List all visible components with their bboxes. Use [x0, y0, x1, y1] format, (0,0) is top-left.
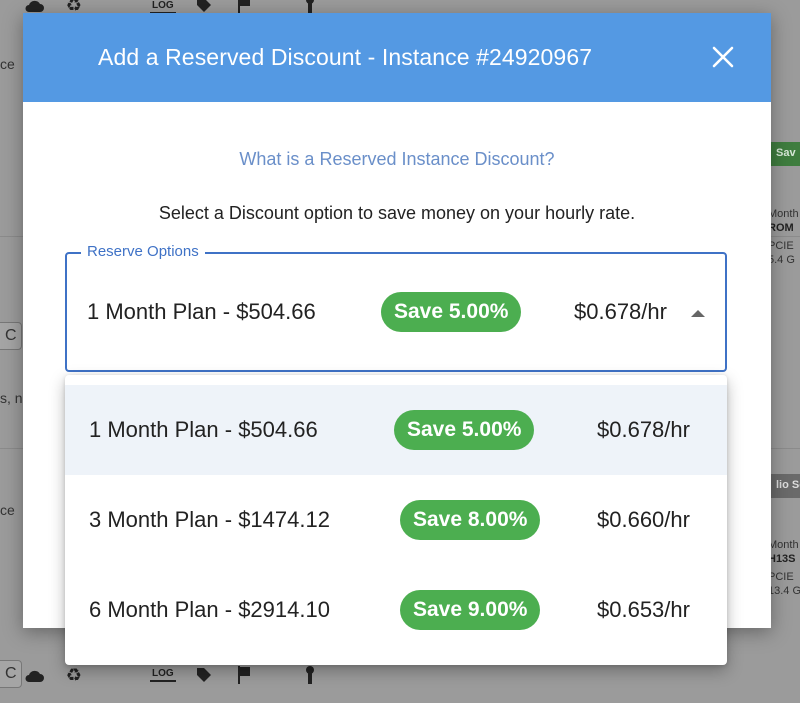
option-rate: $0.678/hr	[597, 417, 690, 442]
reserve-options-select[interactable]: Reserve Options 1 Month Plan - $504.66 S…	[65, 243, 727, 372]
option-1-month[interactable]: 1 Month Plan - $504.66 Save 5.00% $0.678…	[65, 385, 727, 475]
option-rate: $0.653/hr	[597, 597, 690, 622]
option-plan-label: 1 Month Plan - $504.66	[87, 299, 316, 324]
bg-card-right: Month ROM PCIE 5.4 G	[768, 208, 799, 266]
bg-left-text: ce	[0, 502, 15, 518]
log-button[interactable]: LOG	[150, 668, 176, 682]
modal-header: Add a Reserved Discount - Instance #2492…	[23, 13, 771, 102]
save-badge: Save 8.00%	[400, 500, 541, 540]
modal-title: Add a Reserved Discount - Instance #2492…	[98, 44, 593, 70]
cloud-icon[interactable]	[22, 664, 46, 686]
bg-left-button[interactable]: C	[0, 322, 22, 350]
option-3-month[interactable]: 3 Month Plan - $1474.12 Save 8.00% $0.66…	[65, 475, 727, 565]
reserve-options-dropdown: 1 Month Plan - $504.66 Save 5.00% $0.678…	[65, 375, 727, 665]
save-badge: Save 5.00%	[394, 410, 535, 450]
close-button[interactable]	[705, 39, 741, 75]
option-rate: $0.678/hr	[574, 299, 667, 324]
bg-save-chip[interactable]: Sav	[770, 142, 800, 166]
key-icon[interactable]	[298, 664, 322, 686]
tag-icon[interactable]	[192, 664, 216, 686]
bg-grey-chip[interactable]: lio Se	[770, 474, 800, 498]
bg-left-button[interactable]: C	[0, 660, 22, 688]
save-badge: Save 5.00%	[381, 292, 522, 332]
bg-left-text: s, n	[0, 390, 22, 406]
reserved-discount-info-link[interactable]: What is a Reserved Instance Discount?	[23, 149, 771, 170]
option-6-month[interactable]: 6 Month Plan - $2914.10 Save 9.00% $0.65…	[65, 565, 727, 655]
flag-icon[interactable]	[232, 664, 256, 686]
option-rate: $0.660/hr	[597, 507, 690, 532]
select-legend: Reserve Options	[81, 243, 205, 261]
option-plan-label: 6 Month Plan - $2914.10	[89, 597, 330, 622]
option-plan-label: 1 Month Plan - $504.66	[89, 417, 318, 442]
selected-option: 1 Month Plan - $504.66 Save 5.00% $0.678…	[67, 267, 725, 357]
bg-left-text: ce	[0, 56, 15, 72]
chevron-up-icon	[691, 310, 705, 317]
instructions-text: Select a Discount option to save money o…	[158, 203, 636, 223]
save-badge: Save 9.00%	[400, 590, 541, 630]
bg-card-right: Month H13S PCIE 13.4 G	[768, 539, 800, 597]
close-icon	[712, 46, 734, 68]
option-plan-label: 3 Month Plan - $1474.12	[89, 507, 330, 532]
log-button[interactable]: LOG	[150, 0, 176, 14]
recycle-icon[interactable]: ♻	[62, 664, 86, 686]
